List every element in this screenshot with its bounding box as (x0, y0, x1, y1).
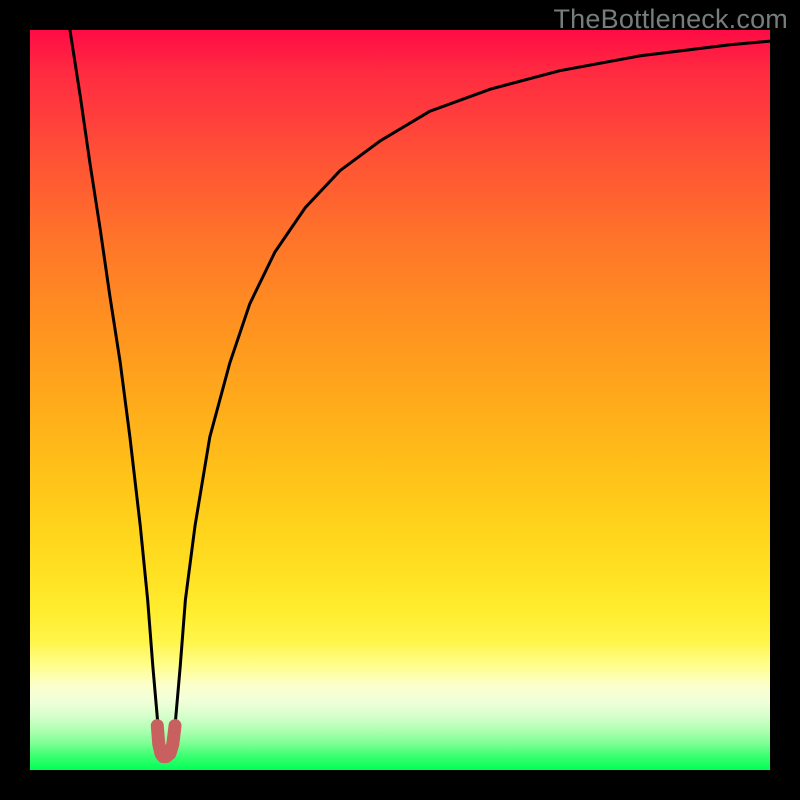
left-branch-curve (70, 30, 158, 726)
right-branch-curve (175, 41, 770, 726)
watermark-text: TheBottleneck.com (553, 4, 788, 35)
bottom-connector-curve (157, 726, 175, 757)
chart-frame: TheBottleneck.com (0, 0, 800, 800)
plot-area (30, 30, 770, 770)
